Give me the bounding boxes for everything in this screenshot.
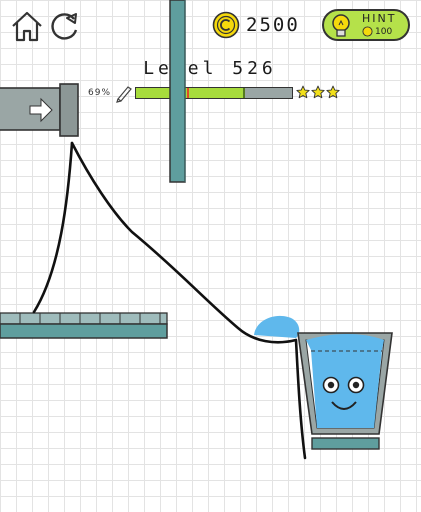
cup-water: [311, 350, 382, 428]
vertical-wall: [169, 0, 186, 183]
water-spout: [0, 83, 79, 137]
drawn-lines: [32, 141, 307, 460]
water-splash: [254, 315, 300, 338]
ledge-platform: [0, 312, 168, 339]
cup: [297, 332, 393, 450]
play-field[interactable]: [0, 0, 421, 512]
spout-nozzle: [59, 83, 79, 137]
drawn-line: [70, 141, 307, 460]
cup-stand: [311, 437, 380, 450]
drawn-line: [32, 141, 74, 314]
